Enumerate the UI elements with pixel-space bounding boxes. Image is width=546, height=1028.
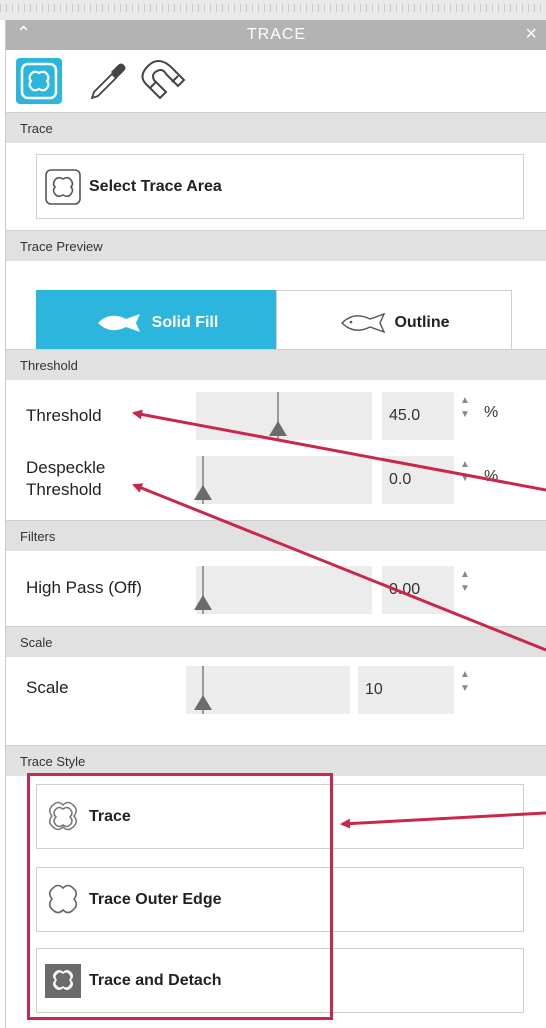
threshold-slider[interactable] [196,392,372,440]
trace-and-detach-button[interactable]: Trace and Detach [36,948,524,1013]
scale-slider[interactable] [186,666,350,714]
eyedropper-icon [90,63,126,100]
scale-spinner[interactable]: ▲ ▼ [458,668,472,696]
despeckle-label-line1: Despeckle [26,458,106,477]
threshold-label: Threshold [26,406,102,425]
scale-slider-thumb[interactable] [194,695,212,710]
section-header-trace-preview: Trace Preview [6,230,546,261]
select-trace-area-label: Select Trace Area [89,177,222,195]
section-header-scale: Scale [6,626,546,657]
eyedropper-tool-button[interactable] [84,58,130,104]
select-trace-area-button[interactable]: Select Trace Area [36,154,524,219]
despeckle-label: Despeckle Threshold [26,457,105,501]
trace-shape-icon [20,62,58,100]
outline-label: Outline [394,314,450,331]
trace-outer-edge-label: Trace Outer Edge [89,890,222,908]
high-pass-slider[interactable] [194,566,372,614]
ruler [0,0,546,20]
fish-solid-icon [97,314,140,332]
section-header-threshold: Threshold [6,349,546,380]
despeckle-value-field[interactable]: 0.0 [382,456,454,504]
threshold-value-field[interactable]: 45.0 [382,392,454,440]
section-header-trace-style: Trace Style [6,745,546,776]
fish-outline-icon [341,312,386,334]
despeckle-unit: % [484,468,499,485]
trace-outer-edge-icon [48,884,78,913]
threshold-unit: % [484,404,499,421]
solid-fill-button[interactable]: Solid Fill [36,290,276,356]
trace-panel: ⌃ TRACE × Trace Select Trace Area Trace … [5,20,546,1028]
scale-value-field[interactable]: 10 [358,666,454,714]
magnet-icon [141,60,186,100]
trace-outer-edge-button[interactable]: Trace Outer Edge [36,867,524,932]
high-pass-value-field[interactable]: 0.00 [382,566,454,614]
high-pass-label: High Pass (Off) [26,578,142,597]
solid-fill-label: Solid Fill [151,314,219,331]
despeckle-slider-thumb[interactable] [194,485,212,500]
threshold-slider-thumb[interactable] [269,421,287,436]
scale-label: Scale [26,678,69,697]
threshold-spinner[interactable]: ▲ ▼ [458,394,472,422]
outline-button[interactable]: Outline [276,290,512,356]
trace-button-label: Trace [89,807,131,825]
trace-button[interactable]: Trace [36,784,524,849]
despeckle-slider[interactable] [194,456,372,504]
trace-icon [49,801,77,830]
high-pass-spinner[interactable]: ▲ ▼ [458,568,472,596]
trace-tool-button[interactable] [16,58,62,104]
trace-and-detach-icon [45,963,81,998]
close-icon[interactable]: × [525,23,537,46]
panel-titlebar: ⌃ TRACE × [6,20,546,50]
trace-and-detach-label: Trace and Detach [89,971,222,989]
high-pass-slider-thumb[interactable] [194,595,212,610]
section-header-filters: Filters [6,520,546,551]
trace-area-icon [45,168,81,205]
despeckle-label-line2: Threshold [26,480,102,499]
despeckle-spinner[interactable]: ▲ ▼ [458,458,472,486]
panel-title: TRACE [246,26,307,43]
magnet-tool-button[interactable] [138,58,186,104]
section-header-trace: Trace [6,112,546,143]
